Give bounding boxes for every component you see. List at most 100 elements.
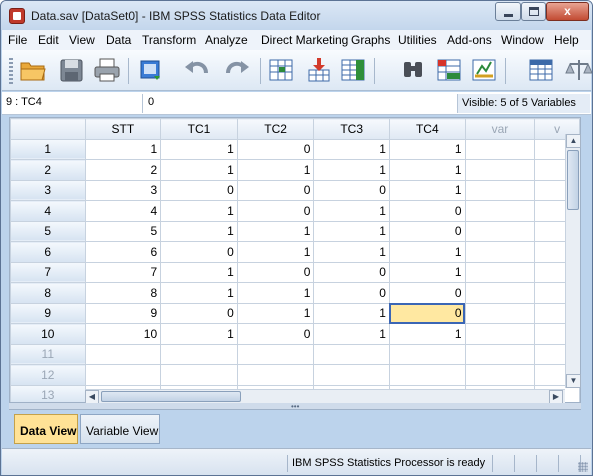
data-cell[interactable]: 1 bbox=[313, 241, 390, 263]
data-cell[interactable]: 1 bbox=[313, 200, 390, 222]
scroll-up-icon[interactable]: ▲ bbox=[566, 134, 581, 148]
data-cell[interactable]: 2 bbox=[84, 159, 162, 181]
data-cell[interactable]: 3 bbox=[84, 179, 162, 201]
go-to-case-icon[interactable] bbox=[266, 56, 296, 84]
data-cell[interactable]: 1 bbox=[236, 241, 315, 263]
menu-window[interactable]: Window bbox=[501, 33, 544, 47]
menu-file[interactable]: File bbox=[8, 33, 27, 47]
row-header[interactable]: 2 bbox=[10, 159, 86, 181]
data-cell[interactable]: 1 bbox=[313, 302, 390, 324]
open-folder-icon[interactable] bbox=[18, 56, 48, 84]
row-header[interactable]: 11 bbox=[10, 343, 86, 365]
data-cell[interactable]: 1 bbox=[313, 159, 390, 181]
data-cell[interactable]: 1 bbox=[388, 323, 466, 345]
data-cell[interactable]: 1 bbox=[160, 323, 238, 345]
column-header-tc1[interactable]: TC1 bbox=[160, 118, 238, 140]
data-cell[interactable]: 0 bbox=[236, 179, 315, 201]
data-cell[interactable]: 5 bbox=[84, 220, 162, 242]
data-cell[interactable]: 1 bbox=[160, 138, 238, 160]
row-header[interactable]: 12 bbox=[10, 364, 86, 386]
empty-cell[interactable] bbox=[464, 159, 536, 181]
data-cell[interactable]: 0 bbox=[160, 302, 238, 324]
data-cell[interactable]: 1 bbox=[236, 282, 315, 304]
empty-cell[interactable] bbox=[464, 241, 536, 263]
menu-graphs[interactable]: Graphs bbox=[351, 33, 390, 47]
minimize-button[interactable] bbox=[495, 2, 521, 21]
data-cell[interactable] bbox=[313, 343, 390, 365]
data-cell[interactable]: 0 bbox=[388, 282, 466, 304]
data-cell[interactable] bbox=[84, 343, 162, 365]
data-cell[interactable]: 0 bbox=[236, 138, 315, 160]
empty-cell[interactable] bbox=[464, 302, 536, 324]
menu-edit[interactable]: Edit bbox=[38, 33, 59, 47]
empty-cell[interactable] bbox=[464, 179, 536, 201]
data-cell[interactable]: 0 bbox=[313, 261, 390, 283]
find-icon[interactable] bbox=[398, 56, 428, 84]
data-cell[interactable]: 0 bbox=[160, 241, 238, 263]
undo-icon[interactable] bbox=[182, 56, 212, 84]
empty-cell[interactable] bbox=[464, 323, 536, 345]
data-cell[interactable]: 0 bbox=[160, 179, 238, 201]
data-cell[interactable]: 0 bbox=[236, 323, 315, 345]
data-cell[interactable]: 0 bbox=[388, 200, 466, 222]
active-cell[interactable]: 0 bbox=[388, 302, 466, 324]
column-header-var[interactable]: var bbox=[464, 118, 536, 140]
menu-transform[interactable]: Transform bbox=[142, 33, 196, 47]
tab-variable-view[interactable]: Variable View bbox=[80, 414, 160, 444]
corner-cell[interactable] bbox=[10, 118, 86, 140]
redo-icon[interactable] bbox=[222, 56, 252, 84]
data-cell[interactable]: 9 bbox=[84, 302, 162, 324]
data-cell[interactable]: 8 bbox=[84, 282, 162, 304]
data-cell[interactable] bbox=[388, 364, 466, 386]
horizontal-scroll-thumb[interactable] bbox=[101, 391, 241, 402]
vertical-scroll-thumb[interactable] bbox=[567, 150, 579, 210]
menu-help[interactable]: Help bbox=[554, 33, 579, 47]
resize-grip-icon[interactable] bbox=[578, 462, 588, 472]
data-cell[interactable]: 1 bbox=[236, 159, 315, 181]
tab-data-view[interactable]: Data View bbox=[14, 414, 78, 444]
recall-dialog-icon[interactable] bbox=[136, 56, 166, 84]
data-cell[interactable]: 0 bbox=[236, 200, 315, 222]
data-cell[interactable]: 1 bbox=[388, 138, 466, 160]
insert-variable-icon[interactable] bbox=[304, 56, 334, 84]
title-bar[interactable]: Data.sav [DataSet0] - IBM SPSS Statistic… bbox=[1, 1, 592, 30]
empty-cell[interactable] bbox=[464, 282, 536, 304]
data-cell[interactable]: 1 bbox=[388, 179, 466, 201]
weight-cases-icon[interactable] bbox=[469, 56, 499, 84]
data-cell[interactable] bbox=[236, 364, 315, 386]
empty-cell[interactable] bbox=[464, 343, 536, 365]
menu-add-ons[interactable]: Add-ons bbox=[447, 33, 492, 47]
data-cell[interactable]: 1 bbox=[160, 220, 238, 242]
scroll-left-icon[interactable]: ◀ bbox=[85, 390, 99, 404]
scale-icon[interactable] bbox=[564, 56, 593, 84]
data-cell[interactable]: 0 bbox=[313, 282, 390, 304]
data-cell[interactable]: 1 bbox=[388, 159, 466, 181]
data-cell[interactable]: 1 bbox=[160, 261, 238, 283]
menu-analyze[interactable]: Analyze bbox=[205, 33, 248, 47]
data-cell[interactable]: 1 bbox=[313, 323, 390, 345]
data-cell[interactable]: 0 bbox=[236, 261, 315, 283]
data-cell[interactable]: 1 bbox=[160, 200, 238, 222]
data-cell[interactable]: 1 bbox=[160, 159, 238, 181]
pane-splitter[interactable]: ••• bbox=[9, 403, 581, 411]
data-cell[interactable]: 1 bbox=[236, 302, 315, 324]
row-header[interactable]: 8 bbox=[10, 282, 86, 304]
vertical-scrollbar[interactable]: ▲ ▼ bbox=[565, 134, 581, 388]
data-cell[interactable]: 10 bbox=[84, 323, 162, 345]
value-labels-icon[interactable] bbox=[526, 56, 556, 84]
row-header[interactable]: 13 bbox=[10, 384, 86, 402]
data-cell[interactable]: 1 bbox=[313, 220, 390, 242]
data-cell[interactable]: 7 bbox=[84, 261, 162, 283]
data-cell[interactable]: 6 bbox=[84, 241, 162, 263]
data-cell[interactable]: 1 bbox=[388, 241, 466, 263]
maximize-button[interactable] bbox=[521, 2, 546, 21]
data-cell[interactable]: 4 bbox=[84, 200, 162, 222]
column-header-tc4[interactable]: TC4 bbox=[388, 118, 466, 140]
data-cell[interactable]: 1 bbox=[160, 282, 238, 304]
column-header-stt[interactable]: STT bbox=[84, 118, 162, 140]
row-header[interactable]: 10 bbox=[10, 323, 86, 345]
close-button[interactable]: x bbox=[546, 2, 589, 21]
insert-cases-icon[interactable] bbox=[338, 56, 368, 84]
split-file-icon[interactable] bbox=[434, 56, 464, 84]
empty-cell[interactable] bbox=[464, 138, 536, 160]
